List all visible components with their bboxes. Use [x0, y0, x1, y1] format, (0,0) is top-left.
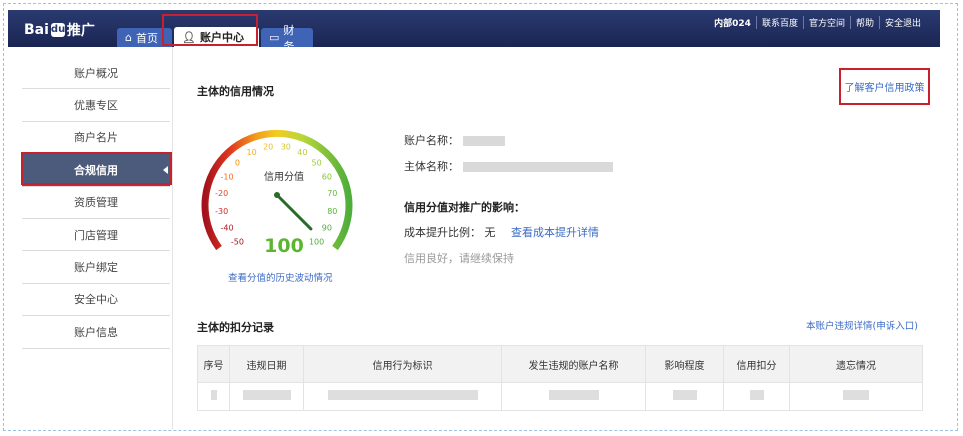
- deductions-section-title: 主体的扣分记录: [197, 321, 274, 334]
- nav-official-space[interactable]: 官方空间: [802, 16, 850, 29]
- cell-redacted: [789, 382, 923, 411]
- tab-account-center[interactable]: 👤︎ 账户中心: [174, 27, 259, 47]
- gauge-tick-label: -50: [231, 238, 244, 247]
- cell-redacted: [645, 382, 724, 411]
- cell-redacted: [197, 382, 230, 411]
- nav-username: 内部024: [714, 19, 751, 29]
- gauge-tick-label: 20: [263, 143, 273, 152]
- home-icon: ⌂: [125, 31, 132, 44]
- account-name-redacted: [463, 136, 505, 146]
- gauge-tick-label: 30: [281, 143, 291, 152]
- card-icon: ▭: [269, 31, 280, 44]
- nav-logout[interactable]: 安全退出: [878, 16, 926, 29]
- col-behavior: 信用行为标识: [303, 345, 502, 383]
- gauge-tick-label: 40: [297, 148, 307, 157]
- gauge-tick-label: -20: [215, 189, 228, 198]
- deductions-table: 序号 违规日期 信用行为标识 发生违规的账户名称 影响程度 信用扣分 遗忘情况: [197, 345, 923, 411]
- sidebar-item-qualifications[interactable]: 资质管理: [22, 187, 170, 219]
- cost-row: 成本提升比例： 无 查看成本提升详情: [404, 224, 599, 240]
- entity-name-label: 主体名称：: [404, 160, 459, 173]
- sidebar-item-overview[interactable]: 账户概况: [22, 57, 170, 90]
- tab-finance-label: 财务: [283, 23, 295, 53]
- nav-contact[interactable]: 联系百度: [755, 16, 803, 29]
- gauge-tick-label: -10: [221, 173, 234, 182]
- gauge-tick-label: 70: [327, 189, 337, 198]
- divider: [172, 47, 173, 429]
- score-history-link[interactable]: 查看分值的历史波动情况: [228, 270, 333, 284]
- table-row: [197, 382, 923, 411]
- sidebar-item-merchant-card[interactable]: 商户名片: [22, 122, 170, 155]
- tab-finance[interactable]: ▭ 财务: [261, 24, 313, 53]
- col-date: 违规日期: [229, 345, 304, 383]
- sidebar-item-offers[interactable]: 优惠专区: [22, 89, 170, 122]
- tab-home[interactable]: ⌂ 首页: [117, 28, 172, 47]
- top-nav: 内部024 联系百度 官方空间 帮助 安全退出: [709, 16, 926, 29]
- col-forgotten: 遗忘情况: [789, 345, 923, 383]
- sidebar-item-account-info[interactable]: 账户信息: [22, 316, 170, 349]
- gauge-tick-label: -30: [215, 207, 228, 216]
- gauge-tick-label: 80: [327, 207, 337, 216]
- entity-name-redacted: [463, 162, 613, 172]
- tab-account-center-label: 账户中心: [199, 31, 244, 44]
- cost-value: 无: [484, 226, 496, 239]
- impact-title: 信用分值对推广的影响：: [404, 201, 525, 214]
- sidebar-item-binding[interactable]: 账户绑定: [22, 251, 170, 284]
- user-icon: 👤︎: [182, 30, 196, 44]
- baidu-logo[interactable]: Bai du 推广: [24, 20, 95, 40]
- paw-icon: du: [50, 23, 66, 37]
- credit-score-gauge: -50 -40 -30 -20 -100 10 20 30 40 5060 70 80 90 100 信用…: [201, 129, 353, 257]
- cost-detail-link[interactable]: 查看成本提升详情: [511, 226, 599, 239]
- sidebar-item-stores[interactable]: 门店管理: [22, 219, 170, 252]
- gauge-score: 100: [264, 235, 304, 257]
- credit-policy-link[interactable]: 了解客户信用政策: [839, 68, 930, 105]
- gauge-pivot: [274, 192, 280, 198]
- cell-redacted: [501, 382, 646, 411]
- tab-home-label: 首页: [135, 31, 158, 45]
- account-name-label: 账户名称：: [404, 134, 459, 147]
- sidebar-item-security[interactable]: 安全中心: [22, 284, 170, 317]
- gauge-tick-label: 90: [322, 223, 332, 232]
- cost-label: 成本提升比例：: [404, 226, 481, 239]
- gauge-tick-label: 50: [312, 158, 322, 167]
- col-account: 发生违规的账户名称: [501, 345, 646, 383]
- gauge-tick-label: 100: [309, 238, 324, 247]
- gauge-tick-label: 60: [322, 173, 332, 182]
- col-impact: 影响程度: [645, 345, 724, 383]
- credit-section-title: 主体的信用情况: [197, 85, 274, 98]
- gauge-tick-label: 0: [235, 158, 240, 167]
- cell-redacted: [303, 382, 502, 411]
- status-note: 信用良好，请继续保持: [404, 252, 514, 265]
- cell-redacted: [723, 382, 790, 411]
- cell-redacted: [229, 382, 304, 411]
- appeal-link[interactable]: 本账户违规详情(申诉入口): [806, 318, 918, 332]
- gauge-label: 信用分值: [264, 170, 304, 183]
- gauge-needle: [275, 193, 313, 231]
- col-index: 序号: [197, 345, 230, 383]
- col-deduction: 信用扣分: [723, 345, 790, 383]
- gauge-tick-label: 10: [247, 148, 257, 157]
- sidebar-item-compliance-credit[interactable]: 合规信用: [22, 154, 170, 187]
- sidebar: 账户概况 优惠专区 商户名片 合规信用 资质管理 门店管理 账户绑定 安全中心 …: [22, 57, 170, 349]
- table-header-row: 序号 违规日期 信用行为标识 发生违规的账户名称 影响程度 信用扣分 遗忘情况: [197, 345, 923, 383]
- entity-name-row: 主体名称：: [404, 158, 613, 174]
- account-name-row: 账户名称：: [404, 132, 505, 148]
- top-bar: Bai du 推广 ⌂ 首页 👤︎ 账户中心 ▭ 财务 内部024 联系百度 官…: [8, 10, 940, 53]
- logo-text: Bai: [24, 22, 49, 38]
- gauge-tick-label: -40: [221, 223, 234, 232]
- nav-help[interactable]: 帮助: [849, 16, 879, 29]
- logo-suffix: 推广: [66, 23, 95, 39]
